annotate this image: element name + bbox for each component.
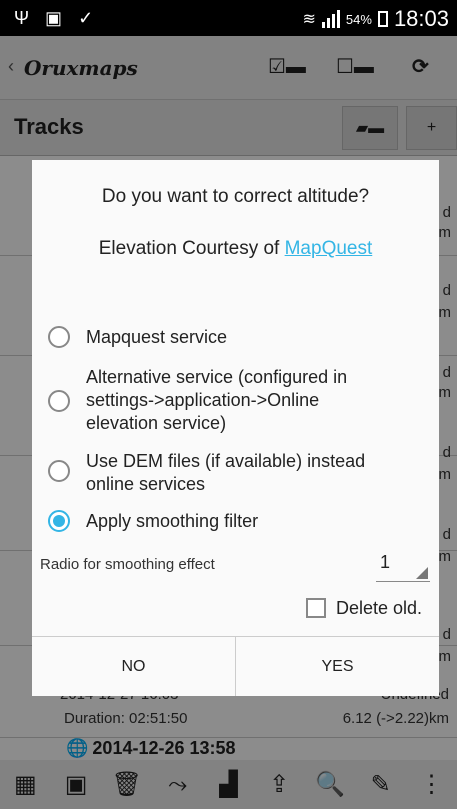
dialog-button-bar: NO YES: [32, 636, 439, 696]
option-dem-files[interactable]: Use DEM files (if available) instead onl…: [48, 450, 396, 496]
usb-icon: Ψ: [14, 8, 30, 28]
dialog-title: Do you want to correct altitude?: [101, 186, 370, 207]
smoothing-radius-label: Radio for smoothing effect: [40, 556, 215, 573]
signal-icon: [321, 10, 340, 28]
delete-old-label: Delete old.: [336, 598, 423, 618]
status-bar: Ψ ▣ ✓ ≋ 54% 18:03: [0, 0, 457, 36]
clipboard-check-icon: ✓: [78, 8, 94, 28]
option-mapquest[interactable]: Mapquest service: [48, 326, 396, 349]
clock: 18:03: [393, 6, 449, 31]
delete-old-checkbox[interactable]: [306, 598, 326, 618]
radio-dem-files[interactable]: [48, 460, 70, 482]
radio-smoothing-filter[interactable]: [48, 510, 70, 532]
option-alternative-service[interactable]: Alternative service (configured in setti…: [48, 366, 396, 435]
wifi-icon: ≋: [302, 11, 316, 28]
yes-button[interactable]: YES: [235, 637, 439, 696]
battery-icon: [377, 11, 388, 27]
notification-icons: Ψ ▣ ✓: [14, 8, 93, 29]
smoothing-radius-select[interactable]: 1: [376, 548, 430, 582]
screenshot-icon: ▣: [45, 8, 63, 28]
option-smoothing-filter[interactable]: Apply smoothing filter: [48, 510, 396, 533]
radio-mapquest[interactable]: [48, 326, 70, 348]
radio-alternative-service[interactable]: [48, 390, 70, 412]
elevation-courtesy: Elevation Courtesy of MapQuest: [98, 238, 373, 259]
battery-percent: 54%: [345, 11, 372, 27]
mapquest-link[interactable]: MapQuest: [285, 238, 373, 259]
no-button[interactable]: NO: [32, 637, 235, 696]
correct-altitude-dialog: Do you want to correct altitude? Elevati…: [32, 160, 439, 696]
dropdown-arrow-icon: [416, 567, 428, 579]
